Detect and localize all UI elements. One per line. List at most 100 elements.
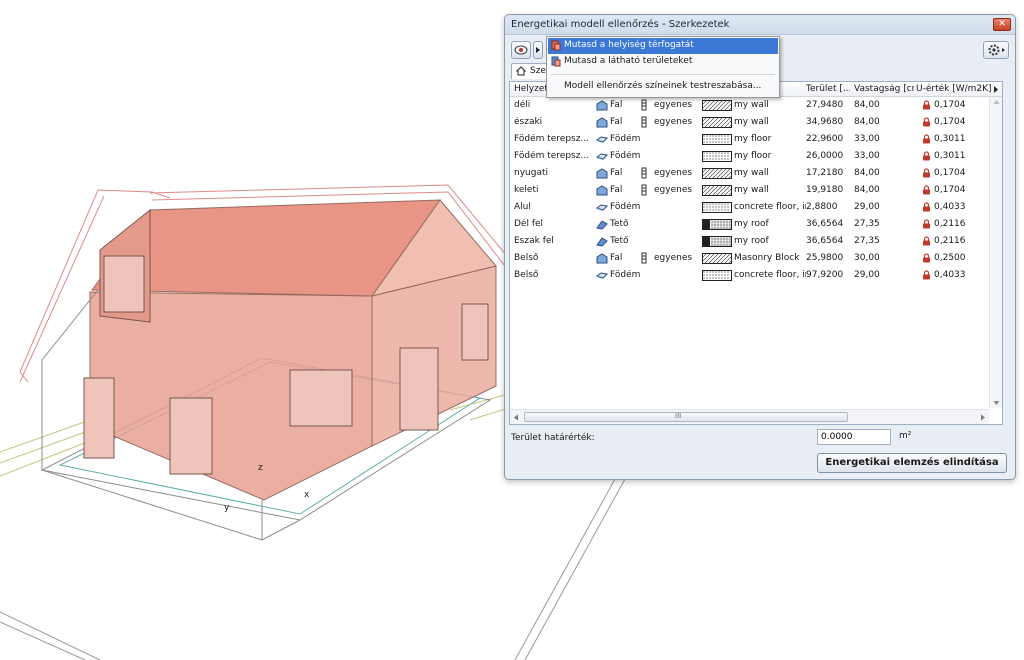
material-swatch-icon bbox=[702, 202, 732, 213]
table-row[interactable]: Födém terepsz... Födém my floor 26,0000 33,0… bbox=[510, 148, 988, 165]
titlebar[interactable]: Energetikai modell ellenőrzés - Szerkeze… bbox=[505, 15, 1015, 35]
cell-area: 25,9800 bbox=[806, 253, 844, 263]
scroll-right-icon[interactable] bbox=[980, 414, 986, 421]
wall-icon bbox=[596, 100, 608, 111]
cell-position: Alul bbox=[514, 202, 531, 212]
settings-button[interactable] bbox=[983, 41, 1009, 59]
table-row[interactable]: Födém terepsz... Födém my floor 22,9600 33,0… bbox=[510, 131, 988, 148]
straight-wall-icon bbox=[641, 252, 647, 264]
scroll-left-icon[interactable] bbox=[513, 414, 519, 421]
scroll-down-icon[interactable] bbox=[993, 400, 1000, 406]
cell-u-value: 0,1704 bbox=[934, 168, 966, 178]
table-row[interactable]: északi Fal egyenes my wall 34,9680 84,00 0,170… bbox=[510, 114, 988, 131]
menu-item-show-visible-areas[interactable]: Mutasd a látható területeket bbox=[548, 54, 778, 70]
eye-icon bbox=[514, 45, 528, 55]
cell-area: 17,2180 bbox=[806, 168, 844, 178]
close-button[interactable]: ✕ bbox=[993, 18, 1011, 31]
u-value-lock-icon bbox=[923, 202, 930, 212]
cell-u-value: 0,2116 bbox=[934, 236, 966, 246]
cell-material: my wall bbox=[734, 117, 769, 127]
area-limit-unit: m² bbox=[899, 431, 912, 441]
cell-u-value: 0,2500 bbox=[934, 253, 966, 263]
cell-u-value: 0,1704 bbox=[934, 117, 966, 127]
structures-table: Helyzet Terület [... Vastagság [cm] U-ér… bbox=[509, 81, 1003, 425]
column-header-area[interactable]: Terület [... bbox=[806, 84, 850, 94]
cell-u-value: 0,2116 bbox=[934, 219, 966, 229]
table-row[interactable]: Dél fel Tető my roof 36,6564 27,35 0,2116 bbox=[510, 216, 988, 233]
cell-area: 2,8800 bbox=[806, 202, 838, 212]
area-limit-label: Terület határérték: bbox=[511, 433, 595, 443]
material-swatch-icon bbox=[702, 253, 732, 264]
u-value-lock-icon bbox=[923, 253, 930, 263]
cell-position: Belső bbox=[514, 253, 539, 263]
cell-position: keleti bbox=[514, 185, 539, 195]
cell-type: Födém bbox=[610, 270, 641, 280]
cell-material: my floor bbox=[734, 134, 772, 144]
menu-item-show-room-volume[interactable]: Mutasd a helyiség térfogatát bbox=[548, 38, 778, 54]
cell-u-value: 0,3011 bbox=[934, 151, 966, 161]
menu-item-customize-colors[interactable]: Modell ellenőrzés színeinek testreszabás… bbox=[548, 79, 778, 95]
material-swatch-icon bbox=[702, 151, 732, 162]
cell-thickness: 29,00 bbox=[854, 202, 880, 212]
material-swatch-icon bbox=[702, 168, 732, 179]
vertical-scrollbar[interactable] bbox=[989, 97, 1002, 408]
horizontal-scrollbar[interactable]: III bbox=[510, 409, 989, 424]
cell-material: my roof bbox=[734, 219, 769, 229]
cell-thickness: 84,00 bbox=[854, 168, 880, 178]
roof-icon bbox=[596, 237, 608, 247]
cell-material: my roof bbox=[734, 236, 769, 246]
straight-wall-icon bbox=[641, 116, 647, 128]
cell-orientation: egyenes bbox=[654, 185, 693, 195]
horizontal-scroll-thumb[interactable]: III bbox=[524, 412, 848, 422]
cell-material: concrete floor, ins... bbox=[734, 270, 806, 280]
u-value-lock-icon bbox=[923, 134, 930, 144]
axis-label-x: x bbox=[304, 490, 310, 500]
u-value-lock-icon bbox=[923, 219, 930, 229]
window-title: Energetikai modell ellenőrzés - Szerkeze… bbox=[511, 19, 730, 30]
column-header-thickness[interactable]: Vastagság [cm] bbox=[854, 84, 914, 94]
table-row[interactable]: Belső Födém concrete floor, ins...97,9200 2… bbox=[510, 267, 988, 284]
cell-u-value: 0,1704 bbox=[934, 185, 966, 195]
cell-position: Dél fel bbox=[514, 219, 544, 229]
cell-type: Födém bbox=[610, 202, 641, 212]
table-row[interactable]: keleti Fal egyenes my wall 19,9180 84,00 0,170… bbox=[510, 182, 988, 199]
area-limit-input[interactable] bbox=[817, 429, 891, 445]
material-swatch-icon bbox=[702, 185, 732, 196]
cell-type: Födém bbox=[610, 151, 641, 161]
cell-u-value: 0,4033 bbox=[934, 270, 966, 280]
cell-thickness: 33,00 bbox=[854, 134, 880, 144]
table-row[interactable]: nyugati Fal egyenes my wall 17,2180 84,00 0,17… bbox=[510, 165, 988, 182]
material-swatch-icon bbox=[702, 270, 732, 281]
table-row[interactable]: Alul Födém concrete floor, ins...2,8800 29,… bbox=[510, 199, 988, 216]
axis-label-z: z bbox=[258, 463, 263, 473]
cell-area: 97,9200 bbox=[806, 270, 844, 280]
scroll-grip: III bbox=[675, 412, 682, 420]
house-icon bbox=[516, 66, 526, 76]
u-value-lock-icon bbox=[923, 236, 930, 246]
column-header-u-value[interactable]: U-érték [W/m2K] bbox=[916, 84, 994, 94]
cell-orientation: egyenes bbox=[654, 117, 693, 127]
column-scroll-right-icon[interactable] bbox=[993, 85, 999, 94]
table-row[interactable]: déli Fal egyenes my wall 27,9480 84,00 0,1704 bbox=[510, 97, 988, 114]
material-swatch-icon bbox=[702, 117, 732, 128]
material-swatch-icon bbox=[702, 219, 732, 230]
table-row[interactable]: Észak fel Tető my roof 36,6564 27,35 0,2116 bbox=[510, 233, 988, 250]
start-energy-evaluation-button[interactable]: Energetikai elemzés elindítása bbox=[817, 453, 1007, 473]
cell-area: 27,9480 bbox=[806, 100, 844, 110]
display-options-menu: Mutasd a helyiség térfogatát Mutasd a lá… bbox=[546, 36, 780, 98]
display-options-dropdown[interactable] bbox=[533, 41, 543, 59]
menu-item-label: Modell ellenőrzés színeinek testreszabás… bbox=[564, 81, 762, 91]
u-value-lock-icon bbox=[923, 117, 930, 127]
cell-thickness: 33,00 bbox=[854, 151, 880, 161]
cell-area: 36,6564 bbox=[806, 219, 844, 229]
display-options-button[interactable] bbox=[511, 41, 531, 59]
u-value-lock-icon bbox=[923, 270, 930, 280]
cell-position: déli bbox=[514, 100, 531, 110]
table-row[interactable]: Belső Fal egyenes Masonry Block 25,9800 30,00… bbox=[510, 250, 988, 267]
cell-material: concrete floor, ins... bbox=[734, 202, 806, 212]
scroll-up-icon[interactable] bbox=[993, 99, 1000, 105]
menu-item-label: Mutasd a látható területeket bbox=[564, 56, 693, 66]
gear-icon bbox=[988, 44, 1005, 56]
cell-area: 22,9600 bbox=[806, 134, 844, 144]
cell-position: északi bbox=[514, 117, 543, 127]
